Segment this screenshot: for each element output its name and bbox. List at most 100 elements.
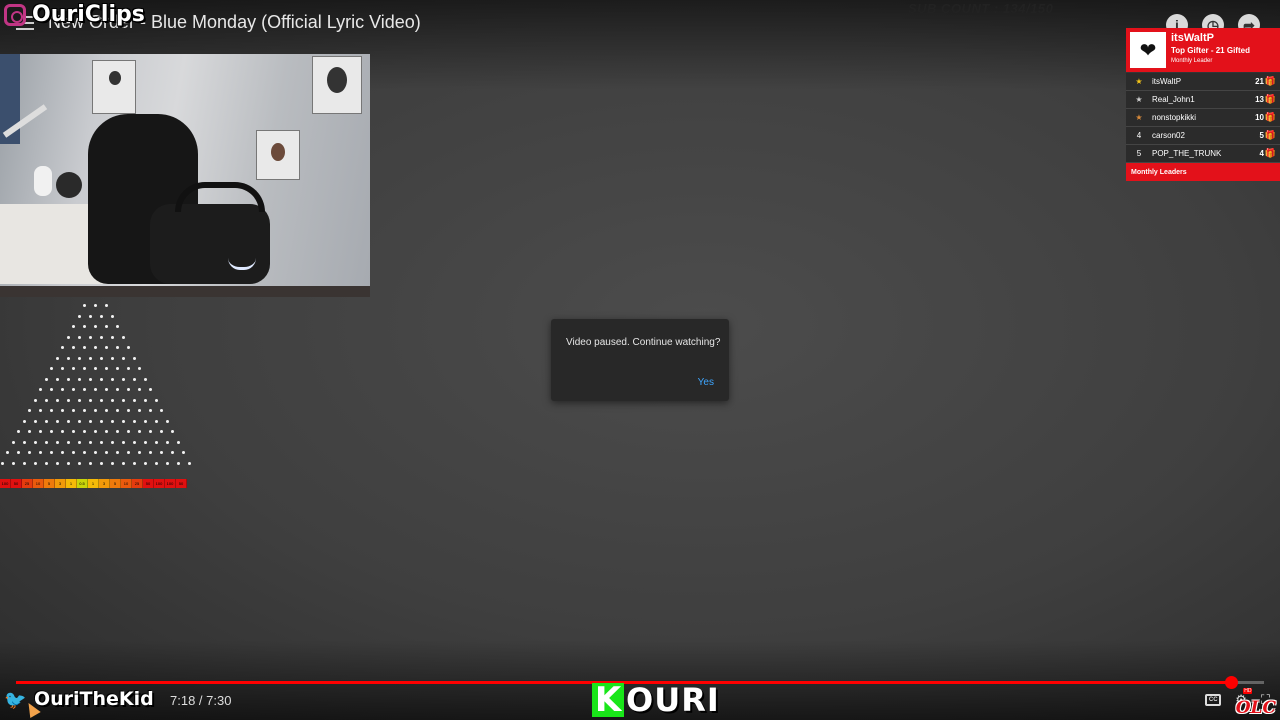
plinko-peg xyxy=(94,367,97,370)
plinko-peg xyxy=(83,346,86,349)
plinko-peg xyxy=(22,440,26,444)
plinko-peg xyxy=(105,325,108,328)
captions-button[interactable]: CC xyxy=(1205,694,1222,706)
gift-icon: 🎁 xyxy=(1264,148,1276,158)
plinko-peg xyxy=(77,461,81,465)
leaderboard-username: POP_THE_TRUNK xyxy=(1152,149,1222,158)
leaderboard-footer: Monthly Leaders xyxy=(1126,163,1280,181)
continue-yes-button[interactable]: Yes xyxy=(698,377,714,388)
plinko-peg xyxy=(99,398,103,402)
plinko-peg xyxy=(66,419,70,423)
plinko-peg xyxy=(83,367,86,370)
leaderboard-username: Real_John1 xyxy=(1152,95,1195,104)
plinko-peg xyxy=(116,367,119,370)
plinko-peg xyxy=(33,398,37,402)
plinko-peg xyxy=(83,430,86,433)
kouri-logo: K OURI xyxy=(592,681,720,719)
plinko-peg xyxy=(132,377,136,381)
plinko-peg xyxy=(138,388,141,391)
streamer-handle: OuriTheKid xyxy=(34,688,154,710)
plinko-peg xyxy=(160,409,163,412)
plinko-peg xyxy=(121,419,125,423)
plinko-peg xyxy=(127,451,130,454)
plinko-peg xyxy=(121,440,125,444)
plinko-peg xyxy=(88,461,92,465)
plinko-peg xyxy=(143,461,147,465)
plinko-peg xyxy=(33,440,37,444)
skull-decor xyxy=(56,172,82,198)
plinko-peg xyxy=(99,377,103,381)
plinko-peg xyxy=(77,419,81,423)
leaderboard-username: carson02 xyxy=(1152,131,1185,140)
plinko-peg xyxy=(116,388,119,391)
plinko-peg xyxy=(88,398,92,402)
plinko-slot: 25 xyxy=(132,479,143,488)
plinko-peg xyxy=(50,388,53,391)
plinko-peg xyxy=(143,440,147,444)
plinko-peg xyxy=(61,430,64,433)
leaderboard-row: 4 carson02 5 🎁 xyxy=(1126,127,1280,145)
plinko-peg xyxy=(149,430,152,433)
leaderboard-count: 5 xyxy=(1259,131,1264,140)
leaderboard-count: 10 xyxy=(1255,113,1264,122)
dialog-message: Video paused. Continue watching? xyxy=(566,337,721,348)
plinko-peg xyxy=(44,461,48,465)
heart-hand-icon: ❤ xyxy=(1130,32,1166,68)
plinko-peg xyxy=(110,314,114,318)
plinko-peg xyxy=(17,451,20,454)
plinko-peg xyxy=(99,419,103,423)
scrubber-handle[interactable] xyxy=(1224,676,1238,689)
plinko-peg xyxy=(143,377,147,381)
plinko-peg xyxy=(94,388,97,391)
plinko-peg xyxy=(28,430,31,433)
wall-poster xyxy=(256,130,300,180)
plinko-peg xyxy=(0,461,4,465)
plinko-peg xyxy=(116,451,119,454)
plinko-peg xyxy=(127,430,130,433)
plinko-peg xyxy=(17,430,20,433)
plinko-peg xyxy=(165,461,169,465)
plinko-peg xyxy=(44,398,48,402)
leaderboard-count: 4 xyxy=(1259,149,1264,158)
plinko-peg xyxy=(116,346,119,349)
plinko-slot: 50 xyxy=(143,479,154,488)
leaderboard-row: 5 POP_THE_TRUNK 4 🎁 xyxy=(1126,145,1280,163)
plinko-peg xyxy=(72,325,75,328)
plinko-peg xyxy=(88,356,92,360)
plinko-peg xyxy=(94,346,97,349)
leaderboard-row: ★ Real_John1 13 🎁 xyxy=(1126,91,1280,109)
plinko-peg xyxy=(143,398,147,402)
plinko-peg xyxy=(121,335,125,339)
plinko-slot: 10 xyxy=(121,479,132,488)
plinko-peg xyxy=(121,377,125,381)
plinko-peg xyxy=(39,409,42,412)
plinko-peg xyxy=(143,419,147,423)
plinko-peg xyxy=(77,440,81,444)
plinko-peg xyxy=(22,461,26,465)
rank-number: 5 xyxy=(1136,149,1142,158)
plinko-slot: 0.5 xyxy=(77,479,88,488)
plinko-peg xyxy=(105,346,108,349)
instagram-icon xyxy=(4,3,26,26)
top-gifter-card: ❤ itsWaltP Top Gifter - 21 Gifted Monthl… xyxy=(1126,28,1280,72)
plinko-peg xyxy=(171,430,174,433)
plinko-slot: 50 xyxy=(11,479,22,488)
gift-icon: 🎁 xyxy=(1264,94,1276,104)
figurine xyxy=(34,166,52,196)
plinko-peg xyxy=(187,461,191,465)
plinko-peg xyxy=(77,377,81,381)
plinko-peg xyxy=(149,451,152,454)
plinko-peg xyxy=(77,314,81,318)
leaderboard-row: ★ itsWaltP 21 🎁 xyxy=(1126,73,1280,91)
plinko-peg xyxy=(88,419,92,423)
plinko-peg xyxy=(99,356,103,360)
plinko-peg xyxy=(6,451,9,454)
wall-poster xyxy=(92,60,136,114)
plinko-peg xyxy=(110,419,114,423)
plinko-peg xyxy=(66,398,70,402)
brand-name: OuriClips xyxy=(32,2,145,27)
plinko-slot: 5 xyxy=(110,479,121,488)
top-gifter-subtitle: Top Gifter - 21 Gifted xyxy=(1171,46,1250,55)
plinko-peg xyxy=(132,440,136,444)
plinko-peg xyxy=(83,304,86,307)
